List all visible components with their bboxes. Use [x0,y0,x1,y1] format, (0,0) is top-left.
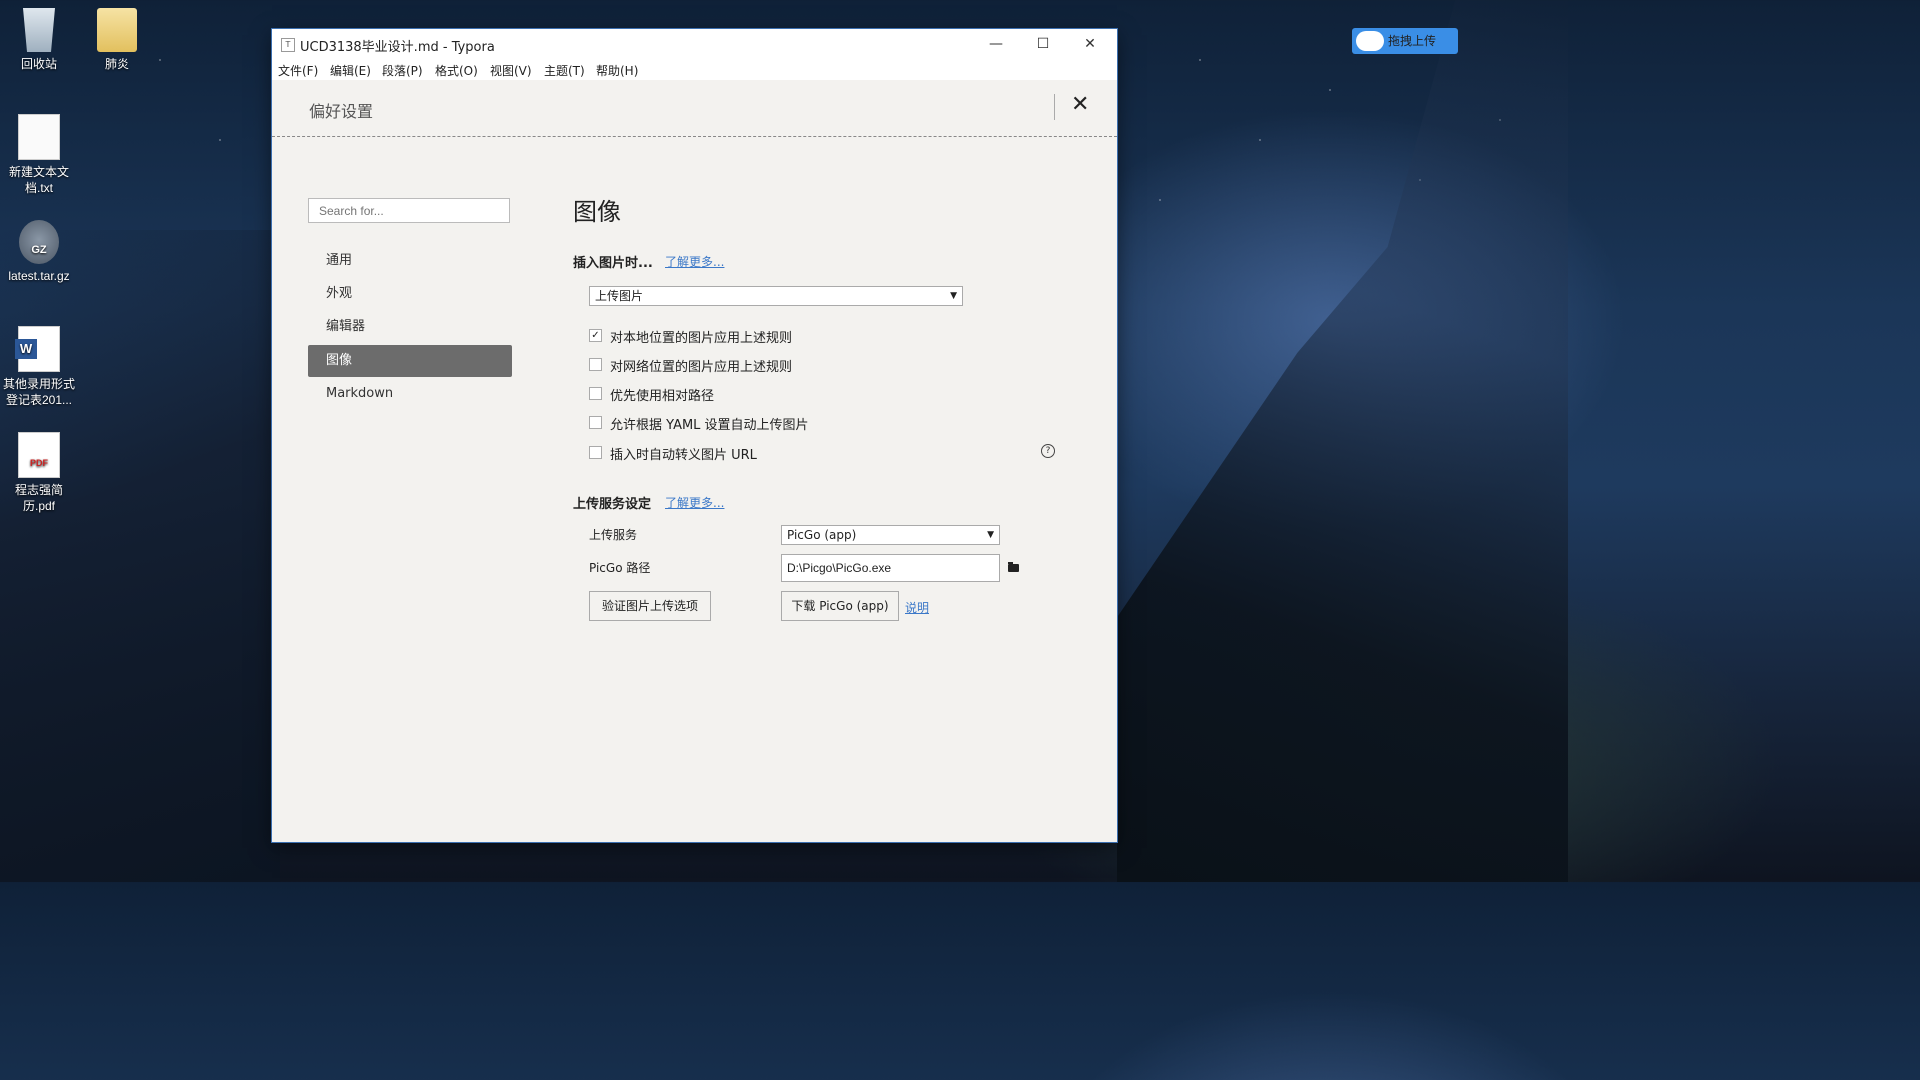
text-file-icon [18,114,60,160]
title-bar[interactable]: T UCD3138毕业设计.md - Typora — ☐ ✕ [272,29,1117,59]
insert-learn-more-link[interactable]: 了解更多... [665,253,724,270]
nav-item-editor[interactable]: 编辑器 [308,311,512,343]
folder-icon [97,8,137,52]
menu-file[interactable]: 文件(F) [278,62,318,79]
dropdown-arrow-icon: ▼ [987,530,994,540]
close-window-button[interactable]: ✕ [1067,29,1113,59]
typora-app-icon: T [281,38,295,52]
desktop-icon-label: latest.tar.gz [8,269,70,283]
drag-upload-widget[interactable]: 拖拽上传 [1352,28,1458,54]
settings-search-input[interactable] [308,198,510,223]
insert-action-value: 上传图片 [595,289,644,303]
menu-edit[interactable]: 编辑(E) [330,62,371,79]
desktop-icon-label: 肺炎 [104,57,129,71]
nav-item-appearance[interactable]: 外观 [308,278,512,310]
checkbox-icon[interactable] [589,446,602,459]
pdf-icon: PDF [18,432,60,478]
menu-format[interactable]: 格式(O) [435,62,478,79]
desktop-icon-label: 程志强简历.pdf [14,483,63,513]
open-folder-icon[interactable] [1008,562,1019,572]
typora-window: T UCD3138毕业设计.md - Typora — ☐ ✕ 文件(F) 编辑… [272,29,1117,842]
nav-item-image[interactable]: 图像 [308,345,512,377]
upload-learn-more-link[interactable]: 了解更多... [665,494,724,511]
nav-item-general[interactable]: 通用 [308,245,512,277]
maximize-button[interactable]: ☐ [1020,29,1066,59]
cloud-icon [1356,31,1384,51]
picgo-path-label: PicGo 路径 [589,561,651,575]
verify-upload-button[interactable]: 验证图片上传选项 [589,591,711,621]
desktop-icon-text-file[interactable]: 新建文本文档.txt [0,114,78,196]
upload-service-select[interactable]: PicGo (app) ▼ [781,525,1000,545]
menu-paragraph[interactable]: 段落(P) [382,62,423,79]
nav-item-markdown[interactable]: Markdown [308,378,512,410]
dropdown-arrow-icon: ▼ [950,291,957,301]
desktop-icon-label: 其他录用形式登记表201... [2,377,75,407]
upload-service-label: 上传服务 [589,528,638,542]
close-preferences-icon[interactable]: ✕ [1071,92,1089,117]
archive-icon: GZ [19,220,59,264]
upload-service-value: PicGo (app) [787,528,857,542]
desktop-icon-archive[interactable]: GZ latest.tar.gz [0,220,78,284]
window-title: UCD3138毕业设计.md - Typora [300,40,495,55]
checkbox-icon[interactable] [589,387,602,400]
upload-service-title: 上传服务设定 [573,497,652,512]
preferences-header: 偏好设置 ✕ [272,80,1117,137]
menu-view[interactable]: 视图(V) [490,62,532,79]
drag-upload-label: 拖拽上传 [1388,34,1437,48]
insert-action-select[interactable]: 上传图片 ▼ [589,286,963,306]
header-divider [1054,94,1055,120]
recycle-bin-icon [23,8,55,52]
download-picgo-button[interactable]: 下载 PicGo (app) [781,591,899,621]
checkbox-icon[interactable] [589,358,602,371]
checkbox-icon[interactable] [589,416,602,429]
desktop-icon-label: 新建文本文档.txt [8,165,69,195]
menu-help[interactable]: 帮助(H) [596,62,638,79]
insert-image-title: 插入图片时... [573,256,653,271]
checkbox-checked-icon[interactable]: ✓ [589,329,602,342]
menu-bar: 文件(F) 编辑(E) 段落(P) 格式(O) 视图(V) 主题(T) 帮助(H… [272,59,1117,80]
section-heading: 图像 [573,198,621,226]
desktop-icon-folder[interactable]: 肺炎 [78,8,156,72]
preferences-title: 偏好设置 [309,102,374,121]
picgo-path-input[interactable] [781,554,1000,582]
desktop-icon-label: 回收站 [20,57,57,71]
desktop-icon-word-doc[interactable]: W 其他录用形式登记表201... [0,326,78,408]
desktop-icon-pdf[interactable]: PDF 程志强简历.pdf [0,432,78,514]
instructions-link[interactable]: 说明 [905,599,929,616]
menu-theme[interactable]: 主题(T) [544,62,585,79]
minimize-button[interactable]: — [973,29,1019,59]
desktop-icon-recycle-bin[interactable]: 回收站 [0,8,78,72]
help-icon[interactable]: ? [1041,444,1055,458]
word-doc-icon: W [15,326,60,372]
